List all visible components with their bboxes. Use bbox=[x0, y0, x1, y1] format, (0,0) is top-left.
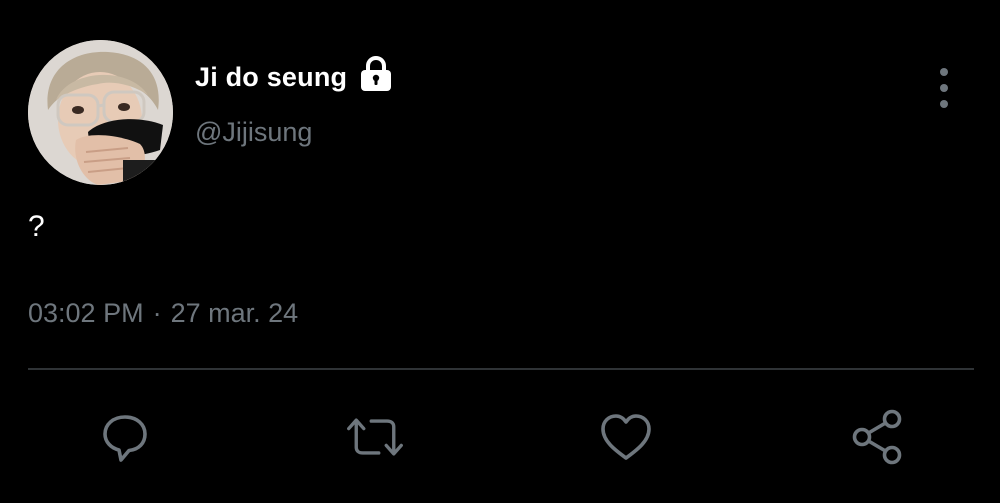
display-name[interactable]: Ji do seung bbox=[195, 62, 347, 93]
user-name-row: Ji do seung bbox=[195, 55, 395, 93]
reply-button[interactable] bbox=[95, 407, 155, 467]
retweet-button[interactable] bbox=[345, 407, 405, 467]
tweet-text: ? bbox=[28, 210, 45, 243]
share-nodes-icon bbox=[852, 409, 902, 465]
tweet-date[interactable]: 27 mar. 24 bbox=[171, 298, 299, 329]
retweet-arrows-icon bbox=[347, 418, 403, 456]
vertical-dots-icon bbox=[940, 100, 948, 108]
tweet-time[interactable]: 03:02 PM bbox=[28, 298, 144, 329]
like-button[interactable] bbox=[596, 407, 656, 467]
avatar-image bbox=[28, 40, 173, 185]
more-options-button[interactable] bbox=[930, 68, 958, 108]
vertical-dots-icon bbox=[940, 84, 948, 92]
lock-icon bbox=[357, 55, 395, 93]
heart-icon bbox=[601, 414, 651, 460]
tweet-timestamp: 03:02 PM · 27 mar. 24 bbox=[28, 298, 298, 329]
speech-bubble-icon bbox=[103, 415, 147, 462]
vertical-dots-icon bbox=[940, 68, 948, 76]
share-button[interactable] bbox=[848, 407, 908, 467]
meta-separator: · bbox=[152, 298, 162, 328]
avatar[interactable] bbox=[28, 40, 173, 185]
divider bbox=[28, 368, 974, 370]
user-handle[interactable]: @Jijisung bbox=[195, 117, 312, 148]
